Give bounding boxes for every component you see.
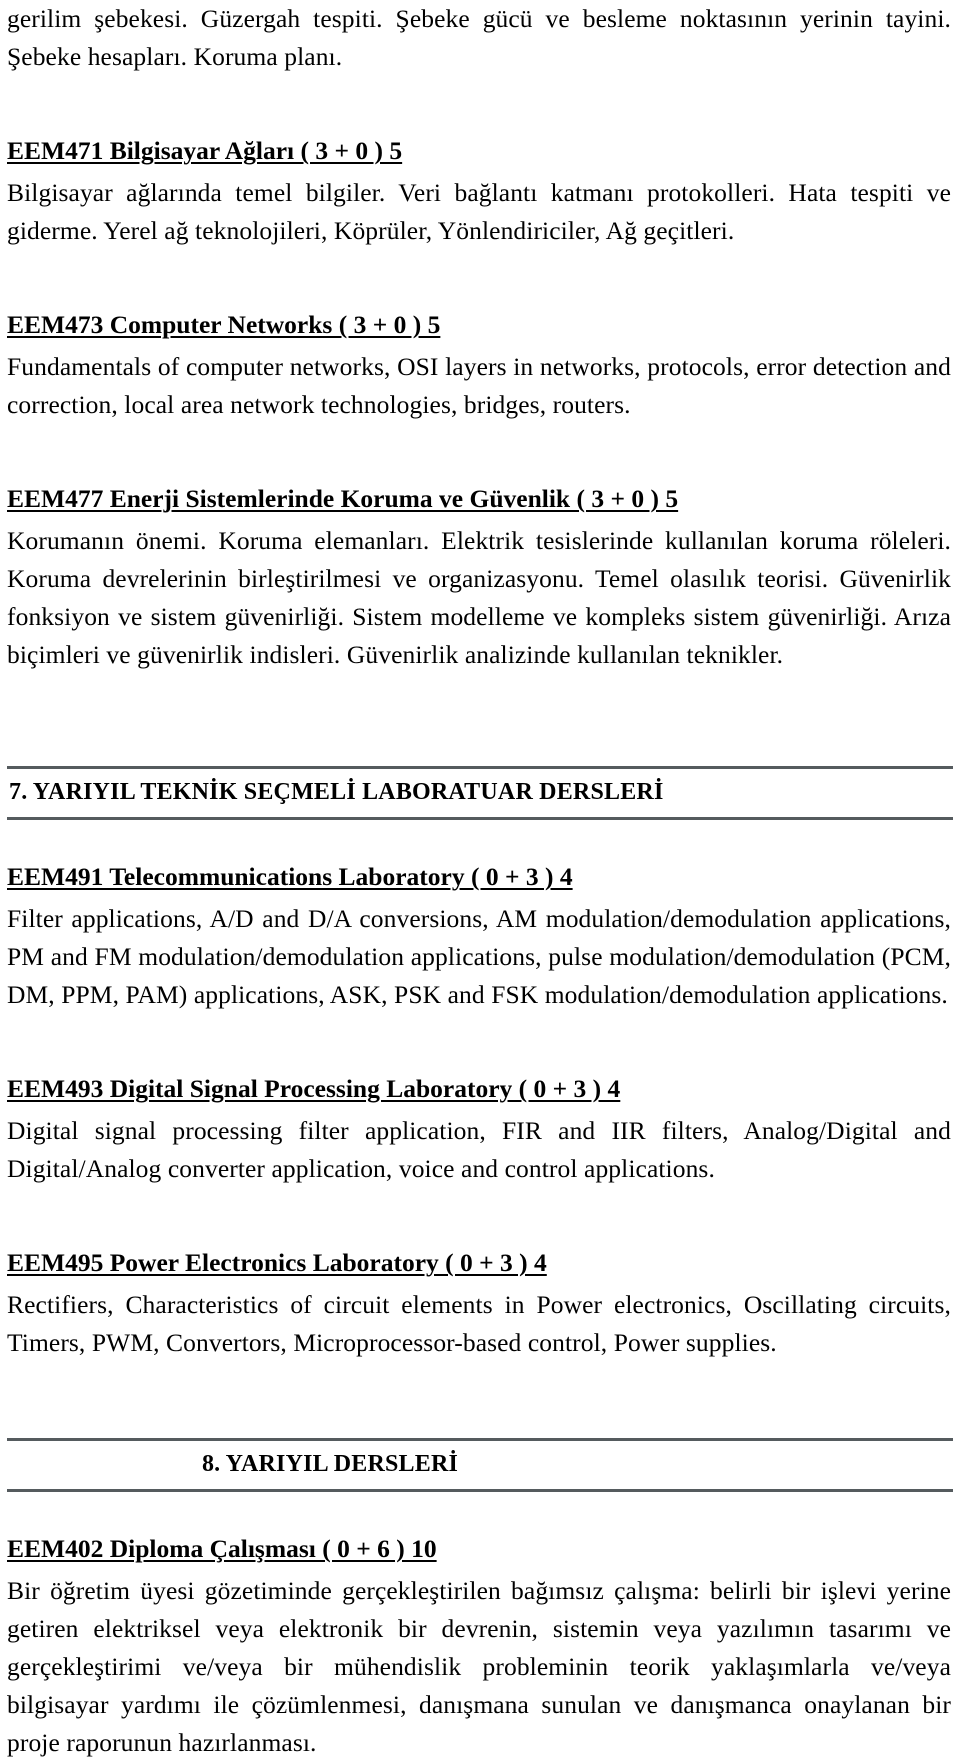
course-description-eem493: Digital signal processing filter applica… [7,1116,951,1183]
course-description-eem471: Bilgisayar ağlarında temel bilgiler. Ver… [7,178,951,245]
course-description-eem402: Bir öğretim üyesi gözetiminde gerçekleşt… [7,1576,951,1757]
course-description-eem495: Rectifiers, Characteristics of circuit e… [7,1290,951,1357]
course-heading-eem402: EEM402 Diploma Çalışması ( 0 + 6 ) 10 [7,1530,951,1572]
course-title-text: EEM471 Bilgisayar Ağları ( 3 + 0 ) 5 [7,136,403,165]
course-heading-eem493: EEM493 Digital Signal Processing Laborat… [7,1070,951,1112]
course-description-eem473: Fundamentals of computer networks, OSI l… [7,352,951,419]
course-title-text: EEM477 Enerji Sistemlerinde Koruma ve Gü… [7,484,679,513]
course-heading-eem473: EEM473 Computer Networks ( 3 + 0 ) 5 [7,306,951,348]
course-title-text: EEM491 Telecommunications Laboratory ( 0… [7,862,573,891]
course-heading-eem477: EEM477 Enerji Sistemlerinde Koruma ve Gü… [7,480,951,522]
course-heading-eem495: EEM495 Power Electronics Laboratory ( 0 … [7,1244,951,1286]
course-heading-eem471: EEM471 Bilgisayar Ağları ( 3 + 0 ) 5 [7,132,951,174]
section-heading-7-text: 7. YARIYIL TEKNİK SEÇMELİ LABORATUAR DER… [9,779,664,805]
intro-paragraph: gerilim şebekesi. Güzergah tespiti. Şebe… [7,4,951,71]
course-title-text: EEM493 Digital Signal Processing Laborat… [7,1074,621,1103]
section-heading-7: 7. YARIYIL TEKNİK SEÇMELİ LABORATUAR DER… [7,766,953,820]
course-title-text: EEM402 Diploma Çalışması ( 0 + 6 ) 10 [7,1534,437,1563]
section-heading-8: 8. YARIYIL DERSLERİ [7,1438,953,1492]
course-description-eem477: Korumanın önemi. Koruma elemanları. Elek… [7,526,951,669]
course-title-text: EEM495 Power Electronics Laboratory ( 0 … [7,1248,547,1277]
document-content: gerilim şebekesi. Güzergah tespiti. Şebe… [7,0,953,1762]
section-heading-8-text: 8. YARIYIL DERSLERİ [201,1451,459,1477]
course-heading-eem491: EEM491 Telecommunications Laboratory ( 0… [7,858,951,900]
course-title-text: EEM473 Computer Networks ( 3 + 0 ) 5 [7,310,441,339]
document-page: gerilim şebekesi. Güzergah tespiti. Şebe… [0,0,960,1757]
course-description-eem491: Filter applications, A/D and D/A convers… [7,904,951,1009]
